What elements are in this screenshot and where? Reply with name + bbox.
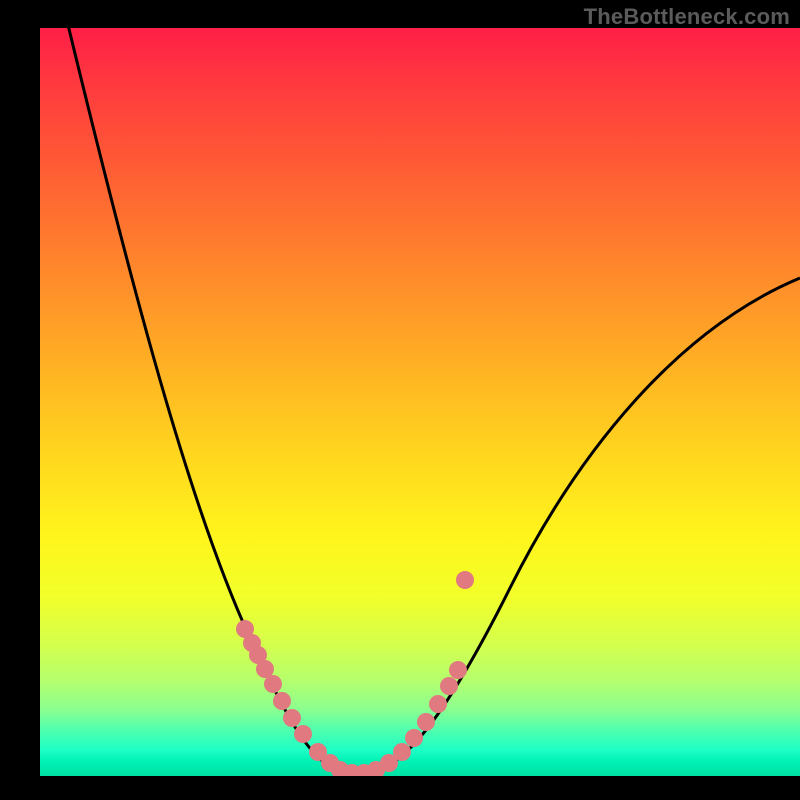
chart-stage: TheBottleneck.com: [0, 0, 800, 800]
data-dot: [393, 743, 411, 761]
chart-overlay: [40, 28, 800, 776]
data-dot: [273, 692, 291, 710]
data-dot: [264, 675, 282, 693]
plot-area: [40, 28, 800, 776]
data-dot: [449, 661, 467, 679]
data-dots: [236, 571, 474, 776]
data-dot: [429, 695, 447, 713]
data-dot: [417, 713, 435, 731]
data-dot: [283, 709, 301, 727]
data-dot: [405, 729, 423, 747]
data-dot: [440, 677, 458, 695]
watermark-text: TheBottleneck.com: [584, 4, 790, 30]
data-dot: [456, 571, 474, 589]
bottleneck-curve: [40, 28, 800, 774]
data-dot: [294, 725, 312, 743]
